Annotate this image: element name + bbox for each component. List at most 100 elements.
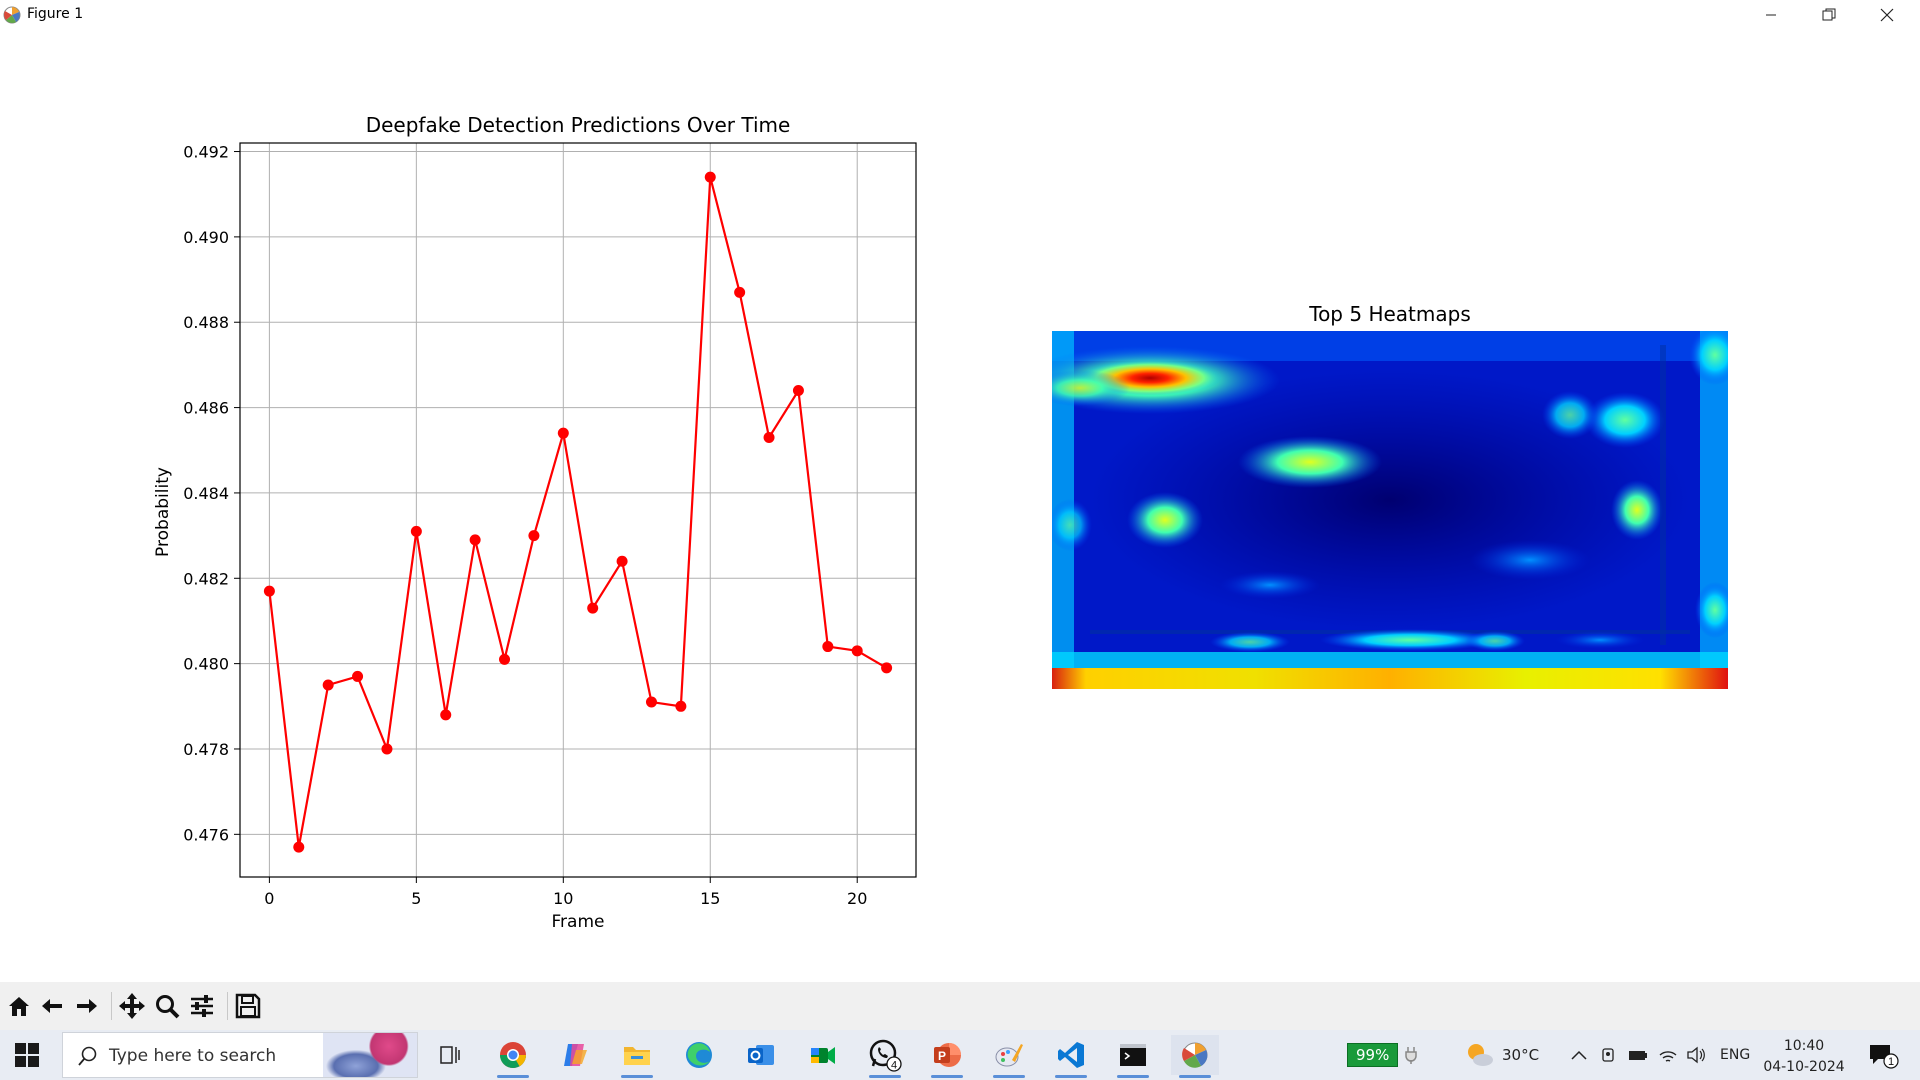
clock-date: 04-10-2024: [1763, 1059, 1845, 1075]
taskbar-app-chrome[interactable]: [489, 1035, 537, 1078]
data-point: [587, 602, 599, 614]
toolbar-separator: [111, 992, 112, 1020]
taskbar-app-file-explorer[interactable]: [613, 1035, 661, 1078]
taskbar-app-powerpoint[interactable]: P: [923, 1035, 971, 1078]
series-line-path: [268, 176, 888, 848]
weather-widget[interactable]: 30°C: [1464, 1030, 1539, 1080]
zoom-icon: [156, 995, 180, 1019]
axes-frame: [239, 142, 917, 878]
taskbar-app-matplotlib[interactable]: [1171, 1035, 1219, 1078]
language-indicator[interactable]: ENG: [1720, 1047, 1750, 1063]
data-point: [851, 645, 863, 657]
weather-icon: [1468, 1044, 1493, 1066]
taskbar: Type here to search 4 P 99% 30°C ENG 10:…: [0, 1030, 1920, 1080]
chart-title: Deepfake Detection Predictions Over Time: [366, 113, 791, 137]
weather-temperature: 30°C: [1502, 1046, 1540, 1064]
taskbar-app-paint[interactable]: [985, 1035, 1033, 1078]
series-line: [263, 171, 893, 853]
pan-button[interactable]: [116, 990, 148, 1022]
terminal-icon: [1120, 1044, 1146, 1066]
taskbar-app-terminal[interactable]: [1109, 1035, 1157, 1078]
x-axis-ticks: 0 5 10 15 20: [264, 877, 867, 908]
zoom-button[interactable]: [151, 990, 183, 1022]
save-button[interactable]: [232, 990, 264, 1022]
pan-icon: [119, 993, 145, 1019]
wifi-icon[interactable]: [1658, 1046, 1678, 1064]
taskbar-app-vscode[interactable]: [1047, 1035, 1095, 1078]
figure-canvas: Deepfake Detection Predictions Over Time…: [153, 113, 1728, 932]
taskbar-app-meet[interactable]: [799, 1035, 847, 1075]
heatmap-title: Top 5 Heatmaps: [1308, 302, 1470, 326]
outlook-icon: [748, 1045, 774, 1065]
search-placeholder: Type here to search: [109, 1046, 277, 1066]
x-tick-label: 20: [847, 889, 867, 908]
copilot-icon: [564, 1044, 587, 1066]
meet-now-icon[interactable]: [1600, 1046, 1618, 1064]
y-tick-label: 0.480: [183, 655, 229, 674]
clock-time: 10:40: [1783, 1038, 1825, 1054]
y-tick-label: 0.486: [183, 399, 229, 418]
taskbar-clock[interactable]: 10:40 04-10-2024: [1758, 1036, 1850, 1078]
paint-icon: [995, 1044, 1023, 1067]
chevron-up-icon[interactable]: [1570, 1048, 1588, 1062]
windows-start-icon[interactable]: [14, 1042, 40, 1068]
minimize-icon: [1766, 14, 1776, 16]
x-tick-label: 15: [700, 889, 720, 908]
search-icon: [78, 1046, 97, 1066]
powerpoint-icon: P: [934, 1043, 961, 1067]
data-point: [822, 641, 834, 653]
heatmap-image: [1052, 331, 1728, 689]
y-tick-label: 0.482: [183, 569, 229, 588]
home-button[interactable]: [3, 990, 35, 1022]
taskbar-app-whatsapp[interactable]: 4: [861, 1035, 909, 1078]
toolbar-separator: [227, 992, 228, 1020]
search-highlight-image: [323, 1033, 417, 1077]
battery-icon[interactable]: [1628, 1047, 1648, 1063]
y-tick-label: 0.476: [183, 825, 229, 844]
data-point: [263, 585, 275, 597]
data-point: [528, 530, 540, 542]
y-tick-label: 0.484: [183, 484, 229, 503]
grid: [240, 143, 916, 877]
data-point: [352, 670, 364, 682]
minimize-button[interactable]: [1742, 0, 1800, 30]
vscode-icon: [1058, 1042, 1084, 1068]
forward-button[interactable]: [70, 990, 102, 1022]
task-view-button[interactable]: [426, 1035, 474, 1075]
data-point: [792, 385, 804, 397]
y-tick-label: 0.490: [183, 228, 229, 247]
file-explorer-icon: [624, 1047, 650, 1065]
battery-indicator[interactable]: 99%: [1347, 1030, 1418, 1080]
window-titlebar: Figure 1: [0, 0, 1920, 30]
notification-center-button[interactable]: 1: [1866, 1030, 1900, 1080]
data-point: [763, 431, 775, 443]
close-button[interactable]: [1858, 0, 1916, 30]
y-tick-label: 0.488: [183, 313, 229, 332]
taskbar-app-copilot[interactable]: [551, 1035, 599, 1075]
chrome-icon: [499, 1042, 527, 1069]
data-point: [469, 534, 481, 546]
back-button[interactable]: [37, 990, 69, 1022]
restore-button[interactable]: [1800, 0, 1858, 30]
window-title: Figure 1: [27, 6, 84, 22]
configure-subplots-button[interactable]: [186, 990, 218, 1022]
line-chart: Deepfake Detection Predictions Over Time…: [153, 113, 917, 932]
taskbar-app-outlook[interactable]: [737, 1035, 785, 1075]
back-icon: [42, 999, 62, 1013]
data-point: [410, 525, 422, 537]
edge-icon: [686, 1042, 712, 1068]
meet-icon: [811, 1047, 835, 1064]
notification-icon: 1: [1870, 1045, 1899, 1069]
system-tray: ENG: [1570, 1030, 1750, 1080]
configure-subplots-icon: [191, 995, 213, 1017]
x-tick-label: 0: [264, 889, 274, 908]
data-point: [440, 709, 452, 721]
volume-icon[interactable]: [1686, 1046, 1706, 1064]
y-tick-label: 0.492: [183, 143, 229, 162]
data-point: [381, 743, 393, 755]
close-icon: [1880, 8, 1894, 22]
taskbar-app-edge[interactable]: [675, 1035, 723, 1075]
home-icon: [9, 997, 29, 1016]
taskbar-search-box[interactable]: Type here to search: [62, 1032, 418, 1078]
data-point: [881, 662, 893, 674]
